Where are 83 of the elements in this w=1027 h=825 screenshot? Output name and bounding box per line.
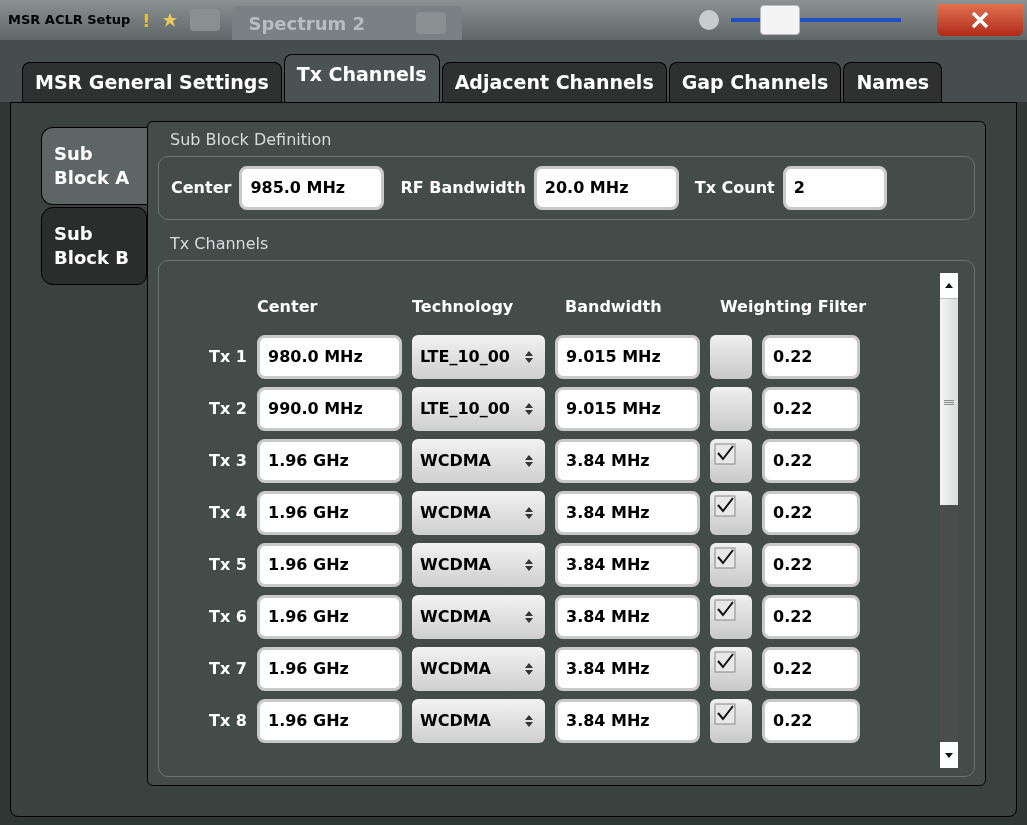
input-field[interactable]: 1.96 GHz: [257, 647, 402, 691]
checkbox[interactable]: [710, 595, 752, 639]
technology-dropdown[interactable]: WCDMA: [412, 439, 545, 483]
slider[interactable]: [731, 5, 901, 35]
input-field[interactable]: 1.96 GHz: [257, 491, 402, 535]
technology-dropdown[interactable]: WCDMA: [412, 647, 545, 691]
scroll-down-icon: [940, 742, 958, 768]
input-field[interactable]: 0.22: [762, 595, 860, 639]
input-field[interactable]: 3.84 MHz: [555, 647, 700, 691]
checkbox[interactable]: [710, 699, 752, 743]
row-label: Tx 1: [208, 346, 247, 368]
input-field[interactable]: 0.22: [762, 491, 860, 535]
tab[interactable]: MSR General Settings: [22, 62, 282, 102]
field-label: Tx Count: [694, 177, 775, 199]
close-button[interactable]: [937, 4, 1023, 36]
checkbox[interactable]: [710, 491, 752, 535]
input-field[interactable]: 985.0 MHz: [239, 166, 385, 210]
warning-mark: !: [142, 8, 151, 33]
section-title: Tx Channels: [170, 233, 270, 255]
technology-dropdown[interactable]: WCDMA: [412, 543, 545, 587]
check-icon: [714, 651, 736, 673]
check-icon: [714, 495, 736, 517]
row-label: Tx 7: [208, 658, 247, 680]
column-header: Center: [257, 296, 319, 318]
technology-dropdown[interactable]: LTE_10_00: [412, 335, 545, 379]
row-label: Tx 3: [208, 450, 247, 472]
check-icon: [714, 443, 736, 465]
input-field[interactable]: 0.22: [762, 543, 860, 587]
check-icon: [714, 599, 736, 621]
technology-dropdown[interactable]: WCDMA: [412, 491, 545, 535]
input-field[interactable]: 1.96 GHz: [257, 699, 402, 743]
tab[interactable]: Tx Channels: [283, 54, 440, 102]
input-field[interactable]: 1.96 GHz: [257, 439, 402, 483]
input-field[interactable]: 3.84 MHz: [555, 543, 700, 587]
input-field[interactable]: 0.22: [762, 335, 860, 379]
input-field[interactable]: 3.84 MHz: [555, 699, 700, 743]
input-field[interactable]: 9.015 MHz: [555, 387, 700, 431]
tab[interactable]: Adjacent Channels: [441, 62, 667, 102]
close-icon: [971, 12, 989, 28]
field-label: RF Bandwidth: [400, 177, 526, 199]
row-label: Tx 5: [208, 554, 247, 576]
scrollbar[interactable]: [940, 273, 958, 768]
input-field[interactable]: 1.96 GHz: [257, 543, 402, 587]
scroll-up-icon: [940, 273, 958, 299]
check-icon: [714, 547, 736, 569]
checkbox[interactable]: [710, 439, 752, 483]
side-tab[interactable]: Sub Block B: [41, 207, 147, 285]
input-field[interactable]: 3.84 MHz: [555, 595, 700, 639]
check-icon: [714, 703, 736, 725]
column-header: Bandwidth: [565, 296, 663, 318]
row-label: Tx 2: [208, 398, 247, 420]
input-field[interactable]: 990.0 MHz: [257, 387, 402, 431]
technology-dropdown[interactable]: WCDMA: [412, 699, 545, 743]
row-label: Tx 6: [208, 606, 247, 628]
input-field[interactable]: 3.84 MHz: [555, 439, 700, 483]
section-title: Sub Block Definition: [170, 129, 333, 151]
row-label: Tx 8: [208, 710, 247, 732]
tab[interactable]: Names: [843, 62, 943, 102]
row-label: Tx 4: [208, 502, 247, 524]
side-tab[interactable]: Sub Block A: [41, 127, 147, 205]
input-field[interactable]: 9.015 MHz: [555, 335, 700, 379]
tab[interactable]: Gap Channels: [668, 62, 842, 102]
input-field[interactable]: 0.22: [762, 439, 860, 483]
technology-dropdown[interactable]: LTE_10_00: [412, 387, 545, 431]
checkbox[interactable]: [710, 543, 752, 587]
input-field[interactable]: 2: [782, 166, 887, 210]
column-header: Technology: [412, 296, 515, 318]
input-field[interactable]: 20.0 MHz: [533, 166, 679, 210]
input-field[interactable]: 0.22: [762, 699, 860, 743]
field-label: Center: [171, 177, 232, 199]
scroll-thumb[interactable]: [940, 299, 958, 505]
checkbox[interactable]: [710, 387, 752, 431]
technology-dropdown[interactable]: WCDMA: [412, 595, 545, 639]
input-field[interactable]: 1.96 GHz: [257, 595, 402, 639]
checkbox[interactable]: [710, 335, 752, 379]
star-icon: [162, 12, 179, 28]
input-field[interactable]: 3.84 MHz: [555, 491, 700, 535]
input-field[interactable]: 0.22: [762, 387, 860, 431]
window-title: MSR ACLR Setup: [8, 11, 131, 30]
input-field[interactable]: 0.22: [762, 647, 860, 691]
checkbox[interactable]: [710, 647, 752, 691]
column-header: Weighting Filter: [720, 296, 867, 318]
input-field[interactable]: 980.0 MHz: [257, 335, 402, 379]
